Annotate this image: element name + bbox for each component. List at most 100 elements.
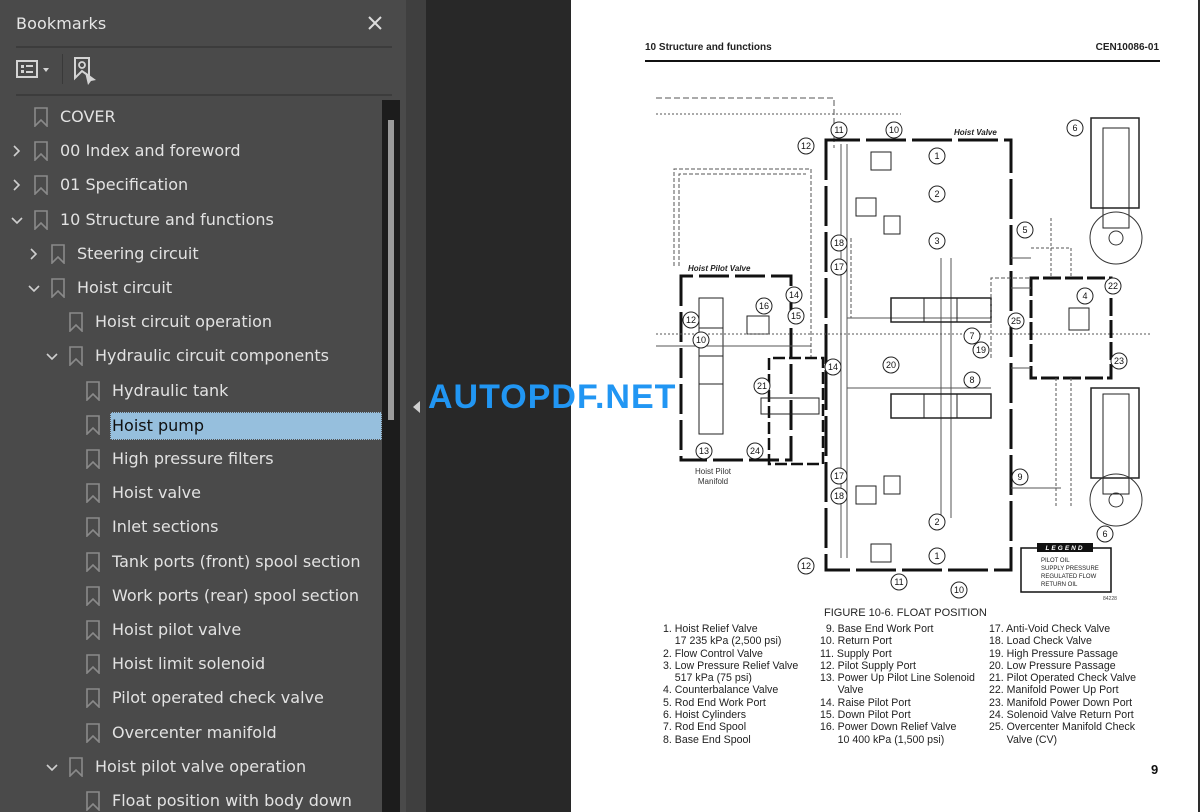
bookmark-icon [69,756,83,778]
bookmark-label: Hydraulic circuit components [95,346,330,366]
chevron-down-icon[interactable] [45,347,59,365]
bookmark-item[interactable]: Inlet sections [0,510,382,544]
close-panel-button[interactable] [362,10,388,36]
callout-legend-entry: 5. Rod End Work Port [663,696,766,709]
bookmark-icon [86,722,100,744]
callout-legend-entry: 14. Raise Pilot Port [820,696,911,709]
panel-title: Bookmarks [16,14,107,33]
bookmark-item[interactable]: Overcenter manifold [0,716,382,750]
bookmark-item[interactable]: Hoist limit solenoid [0,647,382,681]
svg-text:10: 10 [889,125,899,135]
svg-text:2: 2 [934,189,939,199]
bookmark-item[interactable]: COVER [0,100,382,134]
bookmark-icon [51,278,65,299]
callout-legend-entry: 19. High Pressure Passage [989,647,1118,660]
bookmark-item[interactable]: Hoist pilot valve operation [0,750,382,784]
svg-text:10: 10 [954,585,964,595]
callout-legend-entry: 10. Return Port [820,635,892,648]
svg-text:11: 11 [894,577,903,587]
callout-legend-entry: 9. Base End Work Port [820,623,934,635]
bookmark-label: Tank ports (front) spool section [112,551,361,571]
bookmark-label: COVER [60,107,116,126]
bookmark-item[interactable]: Float position with body down [0,784,382,812]
page-number: 9 [1151,762,1159,777]
divider [16,46,392,48]
svg-text:6: 6 [1072,123,1077,133]
bookmark-icon [86,688,100,710]
bookmark-item[interactable]: Hoist valve [0,476,382,510]
chevron-down-icon[interactable] [27,279,41,297]
bookmark-icon [86,449,100,470]
callout-legend-entry: 7. Rod End Spool [663,721,747,734]
bookmark-icon [69,346,83,368]
bookmark-label: Hoist pilot valve operation [95,756,307,776]
bookmark-label: Float position with body down [112,791,352,810]
bookmark-item[interactable]: High pressure filters [0,442,382,476]
diagram-legend: LEGEND PILOT OIL SUPPLY PRESSURE REGULAT… [1020,543,1117,602]
chevron-down-icon[interactable] [10,211,24,229]
svg-text:4: 4 [1082,291,1087,301]
bookmark-options-button[interactable] [16,58,56,82]
bookmark-label: Hoist circuit operation [95,312,272,332]
bookmark-item[interactable]: Steering circuit [0,237,382,271]
hoist-valve-label: Hoist Valve [954,128,997,137]
callout-legend-entry: Valve [820,684,864,697]
watermark: AUTOPDF.NET [428,378,677,416]
bookmark-item[interactable]: Hoist circuit [0,271,382,305]
bookmark-label: Hoist valve [112,483,201,503]
bookmark-item[interactable]: Hoist circuit operation [0,305,382,339]
svg-text:16: 16 [759,301,769,311]
bookmark-item[interactable]: Pilot operated check valve [0,681,382,715]
bookmark-icon [86,517,100,539]
figure-caption: FIGURE 10-6. FLOAT POSITION [824,607,987,619]
hoist-pilot-manifold-label-2: Manifold [698,477,728,486]
chevron-right-icon[interactable] [10,142,24,160]
callout-legend-entry: 24. Solenoid Valve Return Port [989,709,1134,722]
svg-text:20: 20 [886,360,896,370]
callout-legend-entry: 11. Supply Port [820,647,892,660]
bookmark-item[interactable]: 10 Structure and functions [0,203,382,237]
svg-text:9: 9 [1017,472,1022,482]
legend-item-regulated-flow: REGULATED FLOW [1041,574,1097,580]
callout-legend-entry: 8. Base End Spool [663,733,751,746]
bookmark-item[interactable]: 00 Index and foreword [0,134,382,168]
callout-legend-entry: 16. Power Down Relief Valve [820,721,957,734]
bookmark-item[interactable]: Tank ports (front) spool section [0,545,382,579]
scrollbar-thumb[interactable] [388,120,394,420]
bookmark-label: 10 Structure and functions [60,209,274,229]
legend-item-pilot-oil: PILOT OIL [1041,558,1070,564]
callout-legend-entry: 3. Low Pressure Relief Valve [663,659,799,672]
chevron-down-icon[interactable] [45,758,59,776]
bookmark-icon [69,312,83,334]
chevron-right-icon[interactable] [10,176,24,194]
bookmark-item[interactable]: Hydraulic circuit components [0,339,382,373]
svg-text:10: 10 [696,335,706,345]
svg-text:12: 12 [801,141,811,151]
callout-legend-entry: Valve (CV) [989,733,1058,746]
find-current-bookmark-button[interactable] [72,56,100,86]
bookmark-item[interactable]: Hydraulic tank [0,374,382,408]
bookmark-label: Work ports (rear) spool section [112,585,360,605]
chevron-right-icon[interactable] [27,245,41,263]
bookmark-item[interactable]: Hoist pump [0,408,382,442]
bookmark-label: Pilot operated check valve [112,688,324,708]
bookmark-icon [86,585,100,607]
bookmark-label: Steering circuit [77,243,199,263]
bookmark-label: Inlet sections [112,517,219,537]
svg-text:18: 18 [834,491,844,501]
svg-text:17: 17 [834,262,844,272]
close-icon [368,16,382,30]
callout-legend-column-2: 9. Base End Work Port 10. Return Port 11. … [820,623,975,746]
bookmark-item[interactable]: 01 Specification [0,168,382,202]
callout-legend-entry: 1. Hoist Relief Valve [663,623,758,635]
bookmark-icon [86,791,100,812]
bookmark-item[interactable]: Hoist pilot valve [0,613,382,647]
callout-legend-entry: 17. Anti-Void Check Valve [989,623,1111,635]
svg-text:6: 6 [1102,529,1107,539]
svg-text:11: 11 [834,125,843,135]
bookmark-label: Hydraulic tank [112,380,229,400]
collapse-panel-button[interactable] [410,398,424,416]
page-header-code: CEN10086-01 [1095,42,1159,53]
bookmark-item[interactable]: Work ports (rear) spool section [0,579,382,613]
callout-legend-entry: 10 400 kPa (1,500 psi) [820,733,945,746]
